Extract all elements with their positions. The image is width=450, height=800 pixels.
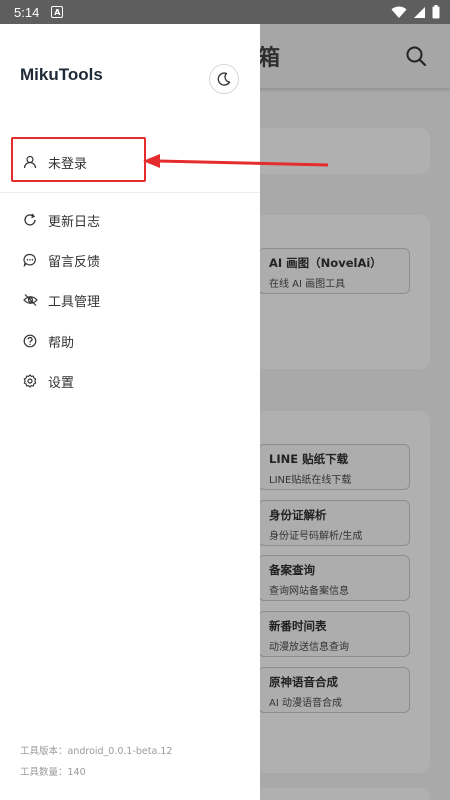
annotation-arrow xyxy=(143,154,329,168)
